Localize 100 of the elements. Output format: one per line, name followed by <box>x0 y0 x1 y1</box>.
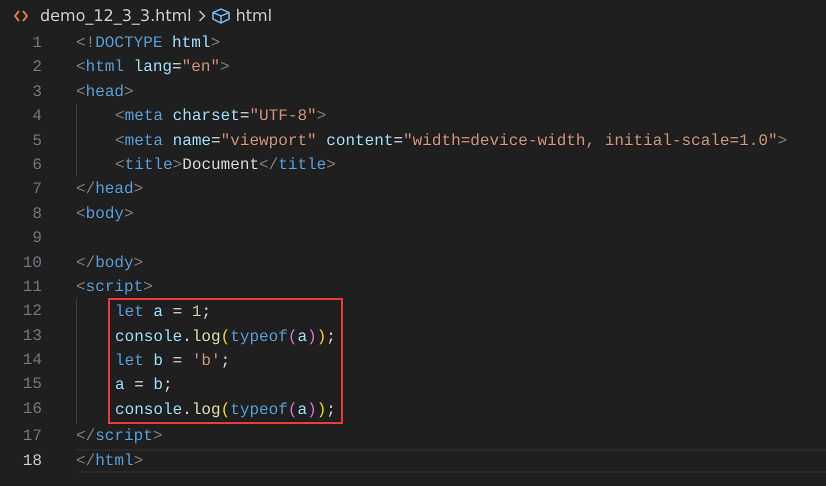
line-number: 15 <box>22 374 42 396</box>
code-token: meta <box>124 106 164 128</box>
code-token: head <box>86 82 124 103</box>
code-token: ) <box>307 400 317 421</box>
code-token: > <box>124 82 134 103</box>
code-token: </ <box>76 426 96 448</box>
code-token: </ <box>259 154 278 176</box>
code-token: 'b' <box>192 351 221 372</box>
code-token: b <box>152 351 164 372</box>
code-token: > <box>124 204 134 225</box>
code-token: script <box>95 426 153 448</box>
code-token: < <box>76 276 86 298</box>
line-number: 14 <box>22 350 42 372</box>
line-number: 2 <box>31 57 42 78</box>
code-token: script <box>86 276 144 298</box>
code-token: ) <box>316 400 326 421</box>
code-token: = <box>172 57 182 78</box>
line-number: 6 <box>31 154 42 176</box>
code-token: = <box>393 130 404 152</box>
chevron-icon <box>198 10 206 22</box>
code-token: > <box>152 426 162 448</box>
symbol-name[interactable]: html <box>236 6 272 25</box>
code-token: ( <box>288 326 298 348</box>
code-token: <! <box>76 33 96 54</box>
code-token: console <box>115 326 182 348</box>
line-number: 11 <box>22 276 42 298</box>
code-token: ) <box>307 326 317 348</box>
code-token: body <box>86 204 124 225</box>
code-token: html <box>86 57 124 78</box>
code-token: body <box>95 252 134 274</box>
line-number: 17 <box>22 426 42 448</box>
line-number: 3 <box>31 82 42 103</box>
code-token: < <box>76 204 86 225</box>
code-token: ( <box>220 326 230 348</box>
code-token: > <box>143 276 153 298</box>
code-token: < <box>76 82 86 103</box>
code-token: ; <box>163 375 173 396</box>
code-token: title <box>124 154 173 176</box>
code-token: > <box>172 154 182 176</box>
line-number: 12 <box>22 301 42 322</box>
code-token: . <box>182 326 192 348</box>
code-token: "en" <box>182 57 220 78</box>
code-token: "width=device-width, initial-scale=1.0" <box>403 130 778 152</box>
line-number: 13 <box>22 326 42 347</box>
html-file-icon <box>14 10 28 22</box>
code-token: html <box>171 33 210 54</box>
line-number: 18 <box>22 450 42 472</box>
code-token: </ <box>76 252 96 274</box>
code-token: content <box>325 130 394 152</box>
code-token: < <box>115 130 125 152</box>
code-token: a <box>152 302 164 324</box>
code-token: ; <box>201 302 212 324</box>
line-number: 10 <box>22 252 42 274</box>
code-token: b <box>153 375 164 396</box>
code-token: > <box>134 450 144 472</box>
code-token: </ <box>76 179 96 200</box>
code-token: a <box>115 375 125 396</box>
file-name[interactable]: demo_12_3_3.html <box>40 6 192 25</box>
code-token: ( <box>288 400 298 421</box>
code-token: "UTF-8" <box>249 106 317 128</box>
line-number: 1 <box>31 33 42 54</box>
code-token: . <box>182 400 192 421</box>
code-token: log <box>192 400 221 421</box>
line-number: 5 <box>31 130 42 152</box>
code-token: let <box>115 302 144 324</box>
code-token: ; <box>220 351 230 372</box>
code-token: title <box>278 154 326 176</box>
code-token: ; <box>326 326 336 348</box>
code-token: a <box>297 326 308 348</box>
code-token: = <box>172 351 184 372</box>
code-token: log <box>192 326 221 348</box>
code-token: = <box>211 130 221 152</box>
code-token: = <box>172 302 184 324</box>
code-token: < <box>115 106 125 128</box>
code-token: > <box>326 154 336 176</box>
code-token: a <box>297 400 308 421</box>
code-token: 1 <box>192 302 202 324</box>
line-number: 16 <box>22 398 42 420</box>
code-token: > <box>134 179 144 200</box>
code-token: head <box>95 179 134 200</box>
code-token: > <box>778 130 788 152</box>
code-token: let <box>115 351 144 372</box>
line-number: 4 <box>31 106 42 128</box>
code-token: ; <box>326 400 336 421</box>
code-token: = <box>240 106 250 128</box>
code-token: > <box>220 57 230 78</box>
code-token: > <box>134 252 144 274</box>
code-token: console <box>115 400 182 421</box>
code-token: > <box>316 106 326 128</box>
code-token: </ <box>76 450 96 472</box>
line-number: 8 <box>31 204 42 225</box>
line-number: 7 <box>31 179 42 200</box>
line-number: 9 <box>31 228 42 250</box>
code-token: typeof <box>230 400 288 421</box>
code-token: "viewport" <box>220 130 317 152</box>
code-token: meta <box>124 130 164 152</box>
code-token: > <box>210 33 220 54</box>
code-token: typeof <box>230 326 288 348</box>
code-token: charset <box>172 106 240 128</box>
code-token: Document <box>182 154 260 176</box>
